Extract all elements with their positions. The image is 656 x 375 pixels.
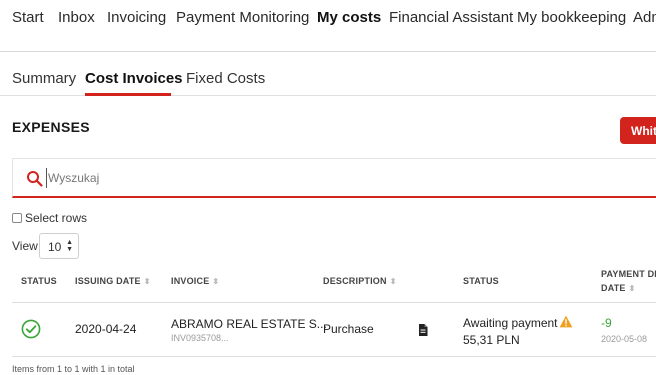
view-label: View (12, 239, 38, 253)
pagination-summary: Items from 1 to 1 with 1 in total (12, 364, 135, 374)
nav-invoicing[interactable]: Invoicing (107, 9, 166, 26)
select-rows-checkbox[interactable] (12, 213, 22, 223)
amount: 55,31 PLN (463, 333, 520, 347)
page-title: EXPENSES (12, 119, 90, 135)
nav-payment-monitoring[interactable]: Payment Monitoring (176, 9, 309, 26)
invoice-number: INV0935708... (171, 333, 229, 343)
header-payment-date-label: DATE (601, 283, 626, 293)
tab-summary[interactable]: Summary (12, 70, 76, 87)
payment-date: 2020-05-08 (601, 334, 648, 344)
header-invoice-label: INVOICE (171, 276, 210, 286)
header-divider (12, 302, 656, 303)
page-size-select[interactable]: 10 ▲ ▼ (39, 233, 79, 259)
tab-fixed-costs[interactable]: Fixed Costs (186, 70, 265, 87)
search-bar (12, 158, 656, 198)
sort-icon: ⬍ (212, 277, 220, 286)
payment-status: Awaiting payment (463, 316, 558, 330)
warning-icon (559, 315, 573, 328)
header-payment-status: STATUS (463, 276, 499, 286)
nav-financial-assistant[interactable]: Financial Assistant (389, 9, 513, 26)
nav-inbox[interactable]: Inbox (58, 9, 95, 26)
sub-navigation: Summary Cost Invoices Fixed Costs (0, 53, 656, 96)
header-status: STATUS (21, 276, 57, 286)
invoice-name[interactable]: ABRAMO REAL ESTATE S... (171, 317, 327, 331)
row-divider (12, 356, 656, 357)
nav-admin[interactable]: Adm (633, 9, 656, 26)
header-description-label: DESCRIPTION (323, 276, 387, 286)
stepper-arrows-icon: ▲ ▼ (66, 239, 73, 253)
top-navigation: Start Inbox Invoicing Payment Monitoring… (0, 0, 656, 52)
header-issuing-date[interactable]: ISSUING DATE ⬍ (75, 276, 151, 286)
select-rows-control[interactable]: Select rows (12, 211, 87, 225)
header-payment-date[interactable]: DATE ⬍ (601, 283, 636, 293)
description: Purchase (323, 322, 374, 336)
tab-cost-invoices[interactable]: Cost Invoices (85, 70, 183, 87)
sort-icon: ⬍ (628, 284, 636, 293)
header-payment-date-line1[interactable]: PAYMENT DE (601, 269, 656, 279)
header-description[interactable]: DESCRIPTION ⬍ (323, 276, 397, 286)
nav-my-costs[interactable]: My costs (317, 9, 381, 26)
nav-start[interactable]: Start (12, 9, 44, 26)
header-invoice[interactable]: INVOICE ⬍ (171, 276, 219, 286)
days-overdue: -9 (601, 316, 612, 330)
select-rows-label: Select rows (25, 211, 88, 225)
sort-icon: ⬍ (389, 277, 397, 286)
header-issuing-date-label: ISSUING DATE (75, 276, 141, 286)
nav-my-bookkeeping[interactable]: My bookkeeping (517, 9, 626, 26)
sort-icon: ⬍ (143, 277, 151, 286)
active-tab-indicator (85, 93, 171, 96)
search-icon[interactable] (26, 170, 44, 188)
issuing-date: 2020-04-24 (75, 322, 137, 336)
action-button[interactable]: Whit (620, 117, 656, 144)
document-icon[interactable] (418, 323, 428, 336)
search-input[interactable] (46, 168, 446, 188)
page-size-value: 10 (48, 240, 62, 254)
check-circle-icon (21, 319, 41, 339)
